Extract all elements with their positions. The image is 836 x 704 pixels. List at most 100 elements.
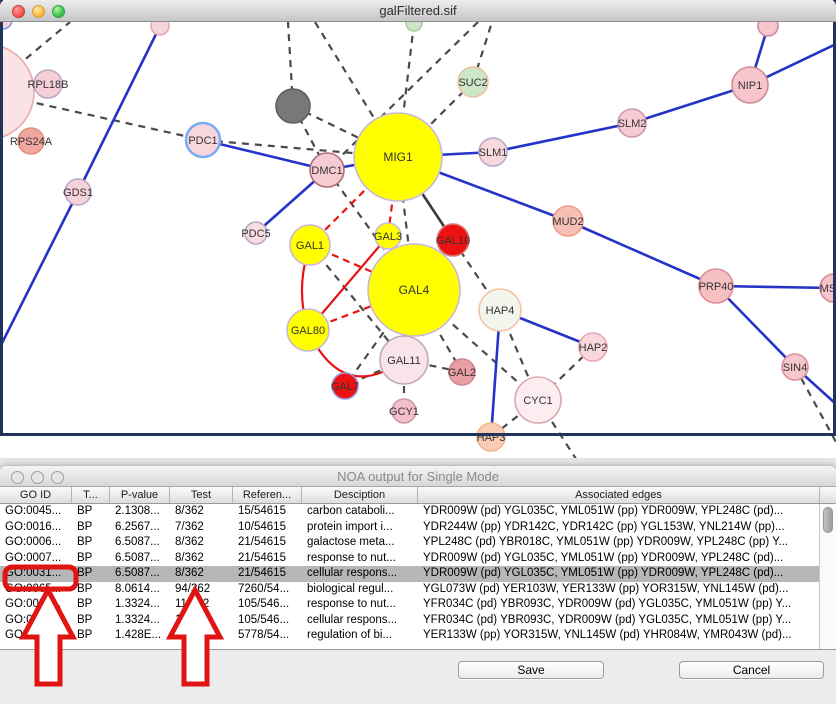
table-cell: GO:0006... <box>0 535 72 551</box>
table-row[interactable]: GO:0031...BP1.3324...11/362105/546...cel… <box>0 613 819 629</box>
table-row[interactable]: GO:0007...BP6.5087...8/36221/54615respon… <box>0 551 819 567</box>
table-cell: BP <box>72 504 110 520</box>
node-unlabeled[interactable] <box>151 22 169 35</box>
table-row[interactable]: GO:0016...BP6.2567...7/36210/54615protei… <box>0 520 819 536</box>
node-gal2[interactable]: GAL2 <box>448 359 476 385</box>
node-gal3[interactable]: GAL3 <box>374 223 402 249</box>
node-unlabeled[interactable] <box>276 89 310 123</box>
table-header: GO IDT...P-valueTestReferen...Desciption… <box>0 487 836 504</box>
table-cell: 11/362 <box>170 597 233 613</box>
node-slm2[interactable]: SLM2 <box>618 109 647 137</box>
table-row[interactable]: GO:0050...BP1.428E...80/3625778/54...reg… <box>0 628 819 644</box>
table-cell: 94/362 <box>170 582 233 598</box>
column-header-referen[interactable]: Referen... <box>233 487 302 503</box>
table-cell: BP <box>72 520 110 536</box>
svg-text:GAL1: GAL1 <box>296 240 324 252</box>
save-button[interactable]: Save <box>458 661 604 679</box>
column-header-test[interactable]: Test <box>170 487 233 503</box>
table-cell: 11/362 <box>170 613 233 629</box>
node-hap4[interactable]: HAP4 <box>479 289 521 331</box>
svg-text:GAL80: GAL80 <box>291 325 325 337</box>
table-cell: 8.0614... <box>110 582 170 598</box>
table-cell: 6.5087... <box>110 551 170 567</box>
node-hap3[interactable]: HAP3 <box>477 423 506 451</box>
noa-window-title: NOA output for Single Mode <box>0 469 836 484</box>
node-unlabeled[interactable] <box>0 22 12 29</box>
node-prp40[interactable]: PRP40 <box>699 269 734 303</box>
table-cell: BP <box>72 613 110 629</box>
noa-titlebar: NOA output for Single Mode <box>0 466 836 487</box>
svg-text:MSL1: MSL1 <box>820 283 836 295</box>
node-unlabeled[interactable] <box>758 22 778 36</box>
network-edge-blue <box>203 140 327 170</box>
node-nip1[interactable]: NIP1 <box>732 67 768 103</box>
column-header-t[interactable]: T... <box>72 487 110 503</box>
node-gal1[interactable]: GAL1 <box>290 225 330 265</box>
table-cell: 8/362 <box>170 535 233 551</box>
table-cell: 80/362 <box>170 628 233 644</box>
node-dmc1[interactable]: DMC1 <box>310 153 344 187</box>
table-cell: 6.5087... <box>110 566 170 582</box>
column-header-go-id[interactable]: GO ID <box>0 487 72 503</box>
column-header-desciption[interactable]: Desciption <box>302 487 418 503</box>
svg-text:MIG1: MIG1 <box>383 150 413 164</box>
node-hap2[interactable]: HAP2 <box>579 333 608 361</box>
table-cell: regulation of bi... <box>302 628 418 644</box>
table-row[interactable]: GO:0031...BP6.5087...8/36221/54615cellul… <box>0 566 819 582</box>
svg-text:RPL18B: RPL18B <box>28 79 69 91</box>
node-gds1[interactable]: GDS1 <box>63 179 93 205</box>
node-gal80[interactable]: GAL80 <box>287 309 329 351</box>
node-slm1[interactable]: SLM1 <box>479 138 508 166</box>
table-cell: 6.5087... <box>110 535 170 551</box>
table-cell: galactose meta... <box>302 535 418 551</box>
network-canvas[interactable]: RPL18BRPS24AGDS1PDC1DMC1MIG1PDC5GAL1GAL3… <box>0 22 836 458</box>
node-gal11[interactable]: GAL11 <box>380 336 428 384</box>
table-cell: carbon cataboli... <box>302 504 418 520</box>
table-cell: GO:0016... <box>0 520 72 536</box>
svg-text:SUC2: SUC2 <box>458 77 487 89</box>
svg-text:SIN4: SIN4 <box>783 362 807 374</box>
node-gcy1[interactable]: GCY1 <box>389 399 419 423</box>
node-suc2[interactable]: SUC2 <box>458 67 488 97</box>
cancel-button[interactable]: Cancel <box>679 661 824 679</box>
svg-text:HAP2: HAP2 <box>579 342 608 354</box>
table-cell: 1.3324... <box>110 597 170 613</box>
node-unlabeled[interactable] <box>406 22 422 31</box>
table-row[interactable]: GO:0031...BP1.3324...11/362105/546...res… <box>0 597 819 613</box>
column-header-associated-edges[interactable]: Associated edges <box>418 487 820 503</box>
node-gal7[interactable]: GAL7 <box>331 373 359 399</box>
svg-text:GAL7: GAL7 <box>331 381 359 393</box>
vertical-scrollbar[interactable] <box>819 504 836 649</box>
node-gal4[interactable]: GAL4 <box>368 244 460 336</box>
node-cyc1[interactable]: CYC1 <box>515 377 561 423</box>
table-row[interactable]: GO:0065...BP8.0614...94/3627260/54...bio… <box>0 582 819 598</box>
table-cell: protein import i... <box>302 520 418 536</box>
node-gal10[interactable]: GAL10 <box>436 224 470 256</box>
table-cell: 7/362 <box>170 520 233 536</box>
table-row[interactable]: GO:0006...BP6.5087...8/36221/54615galact… <box>0 535 819 551</box>
network-window: RPL18BRPS24AGDS1PDC1DMC1MIG1PDC5GAL1GAL3… <box>0 0 836 458</box>
table-cell: 105/546... <box>233 597 302 613</box>
network-edge-blue <box>78 26 160 192</box>
table-cell: 15/54615 <box>233 504 302 520</box>
table-cell: 105/546... <box>233 613 302 629</box>
table-cell: GO:0007... <box>0 551 72 567</box>
svg-text:SLM2: SLM2 <box>618 118 647 130</box>
node-pdc1[interactable]: PDC1 <box>186 123 220 157</box>
node-mud2[interactable]: MUD2 <box>552 206 583 236</box>
column-header-p-value[interactable]: P-value <box>110 487 170 503</box>
node-unlabeled[interactable] <box>0 44 34 140</box>
table-cell: BP <box>72 628 110 644</box>
table-row[interactable]: GO:0045...BP2.1308...8/36215/54615carbon… <box>0 504 819 520</box>
node-msl1[interactable]: MSL1 <box>820 274 836 302</box>
node-mig1[interactable]: MIG1 <box>354 113 442 201</box>
node-rps24a[interactable]: RPS24A <box>10 128 53 154</box>
table-cell: YFR034C (pd) YBR093C, YDR009W (pd) YGL03… <box>418 597 819 613</box>
scrollbar-thumb[interactable] <box>823 507 833 533</box>
table-cell: 10/54615 <box>233 520 302 536</box>
table-cell: BP <box>72 535 110 551</box>
node-sin4[interactable]: SIN4 <box>782 354 808 380</box>
svg-text:GDS1: GDS1 <box>63 187 93 199</box>
table-cell: YDR009W (pd) YGL035C, YML051W (pp) YDR00… <box>418 504 819 520</box>
table-cell: BP <box>72 582 110 598</box>
